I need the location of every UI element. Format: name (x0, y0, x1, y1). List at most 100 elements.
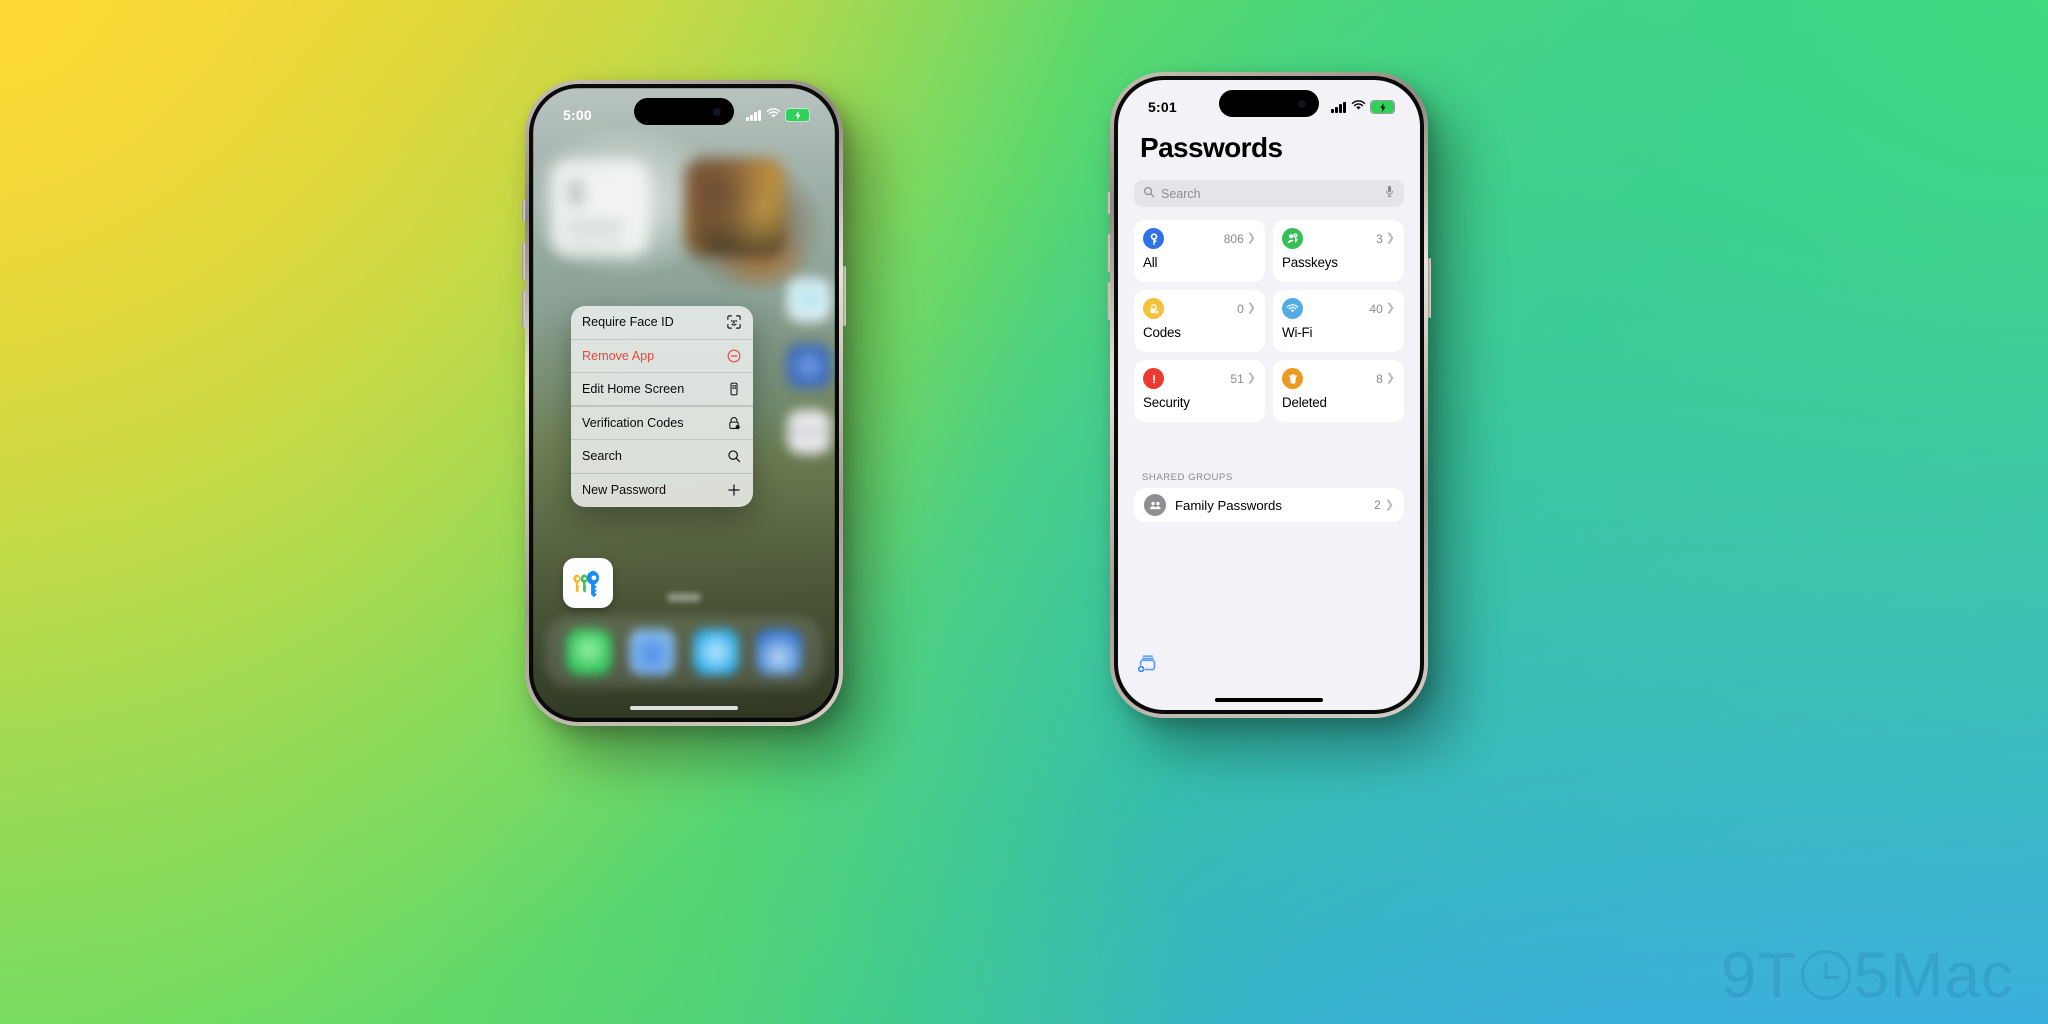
power-button[interactable] (843, 266, 846, 326)
category-label: Codes (1143, 325, 1181, 340)
shared-groups-header: SHARED GROUPS (1142, 472, 1233, 483)
context-menu-label: New Password (582, 483, 666, 498)
category-card-wifi[interactable]: 40 ❯ Wi-Fi (1273, 290, 1404, 352)
category-label: Passkeys (1282, 255, 1338, 270)
search-input[interactable]: Search (1134, 180, 1404, 207)
card-count-wrap: 0 ❯ (1237, 302, 1256, 316)
status-bar-time: 5:01 (1148, 99, 1177, 115)
page-indicator[interactable] (667, 593, 701, 602)
phone-left: 5:00 Require Face ID Remove App Edit Hom… (522, 80, 846, 726)
status-bar-indicators (746, 106, 810, 124)
category-label: All (1143, 255, 1158, 270)
dynamic-island (634, 98, 734, 125)
context-menu-label: Verification Codes (582, 415, 684, 430)
phone-right-bezel: 5:01 Passwords Search 806 ❯ All 3 ❯ Pass… (1114, 76, 1424, 714)
home-indicator[interactable] (630, 706, 738, 710)
context-menu-item-new-password[interactable]: New Password (571, 474, 753, 508)
phone-left-screen: 5:00 Require Face ID Remove App Edit Hom… (533, 88, 835, 718)
context-menu-label: Edit Home Screen (582, 381, 685, 396)
category-count: 3 (1376, 231, 1383, 246)
volume-down-button[interactable] (522, 290, 525, 328)
page-title: Passwords (1140, 132, 1283, 163)
home-widget-white[interactable] (551, 160, 649, 256)
passwords-app-icon[interactable] (563, 558, 613, 608)
context-menu-item-search[interactable]: Search (571, 440, 753, 474)
plus-icon (726, 482, 742, 498)
battery-charging-icon (785, 108, 810, 122)
home-widget-photos[interactable] (685, 158, 785, 256)
status-bar-time: 5:00 (563, 107, 592, 123)
dock-icon-mail[interactable] (692, 629, 739, 675)
search-icon (1143, 185, 1155, 203)
volume-up-button[interactable] (522, 242, 525, 280)
context-menu-item-require-face-id[interactable]: Require Face ID (571, 306, 753, 340)
app-context-menu: Require Face ID Remove App Edit Home Scr… (571, 306, 753, 507)
category-card-all[interactable]: 806 ❯ All (1134, 220, 1265, 282)
card-top: 51 ❯ (1143, 368, 1256, 389)
shared-group-row[interactable]: Family Passwords 2 ❯ (1134, 488, 1404, 522)
shared-group-count: 2 (1374, 498, 1381, 512)
home-app-icon-blurred-3[interactable] (787, 410, 831, 454)
card-count-wrap: 3 ❯ (1376, 232, 1395, 246)
category-grid: 806 ❯ All 3 ❯ Passkeys 0 ❯ Codes 40 ❯ Wi… (1134, 220, 1404, 422)
microphone-icon[interactable] (1384, 185, 1395, 203)
front-camera-icon (1298, 99, 1306, 108)
wifi-icon (1351, 98, 1366, 116)
volume-down-button[interactable] (1107, 282, 1110, 320)
mute-switch[interactable] (1107, 192, 1110, 214)
category-card-deleted[interactable]: 8 ❯ Deleted (1273, 360, 1404, 422)
cellular-bars-icon (746, 109, 761, 121)
front-camera-icon (713, 107, 721, 116)
passkey-icon (1282, 228, 1303, 249)
context-menu-item-remove-app[interactable]: Remove App (571, 340, 753, 373)
chevron-right-icon: ❯ (1246, 372, 1256, 384)
context-menu-item-edit-home-screen[interactable]: Edit Home Screen (571, 373, 753, 407)
phone-right-screen: 5:01 Passwords Search 806 ❯ All 3 ❯ Pass… (1118, 80, 1420, 710)
dock-icon-app-store[interactable] (756, 629, 803, 675)
phone-left-bezel: 5:00 Require Face ID Remove App Edit Hom… (529, 84, 839, 722)
search-placeholder: Search (1161, 186, 1201, 201)
card-count-wrap: 8 ❯ (1376, 372, 1395, 386)
mute-switch[interactable] (522, 200, 525, 222)
category-card-security[interactable]: 51 ❯ Security (1134, 360, 1265, 422)
edit-home-screen-icon (726, 381, 742, 397)
new-shared-group-button[interactable] (1136, 652, 1160, 676)
card-top: 3 ❯ (1282, 228, 1395, 249)
volume-up-button[interactable] (1107, 234, 1110, 272)
code-lock-icon (1143, 298, 1164, 319)
face-id-icon (726, 314, 742, 330)
category-card-passkeys[interactable]: 3 ❯ Passkeys (1273, 220, 1404, 282)
passwords-app: 5:01 Passwords Search 806 ❯ All 3 ❯ Pass… (1118, 80, 1420, 710)
chevron-right-icon: ❯ (1385, 372, 1395, 384)
trash-icon (1282, 368, 1303, 389)
dock-icon-messages[interactable] (565, 629, 612, 675)
dock (545, 616, 823, 688)
card-top: 0 ❯ (1143, 298, 1256, 319)
wifi-icon (1282, 298, 1303, 319)
search-icon (726, 448, 742, 464)
dock-icon-safari[interactable] (629, 629, 676, 675)
phone-right: 5:01 Passwords Search 806 ❯ All 3 ❯ Pass… (1107, 72, 1431, 718)
power-button[interactable] (1428, 258, 1431, 318)
category-card-codes[interactable]: 0 ❯ Codes (1134, 290, 1265, 352)
category-count: 8 (1376, 371, 1383, 386)
card-top: 806 ❯ (1143, 228, 1256, 249)
category-count: 806 (1223, 231, 1244, 246)
home-app-icon-blurred-1[interactable] (787, 278, 831, 322)
home-app-icon-blurred-2[interactable] (787, 344, 831, 388)
category-label: Deleted (1282, 395, 1327, 410)
category-count: 51 (1230, 371, 1244, 386)
context-menu-label: Search (582, 449, 622, 464)
chevron-right-icon: ❯ (1385, 302, 1395, 314)
shared-group-label: Family Passwords (1175, 497, 1282, 513)
category-count: 0 (1237, 301, 1244, 316)
chevron-right-icon: ❯ (1246, 302, 1256, 314)
card-count-wrap: 51 ❯ (1230, 372, 1256, 386)
watermark-text-after: 5Mac (1853, 939, 2014, 1011)
card-count-wrap: 806 ❯ (1224, 232, 1256, 246)
watermark: 9T 5Mac (1721, 938, 2014, 1012)
home-indicator[interactable] (1215, 698, 1323, 702)
chevron-right-icon: ❯ (1384, 498, 1394, 511)
context-menu-item-verification-codes[interactable]: Verification Codes (571, 407, 753, 440)
people-group-icon (1144, 494, 1166, 516)
